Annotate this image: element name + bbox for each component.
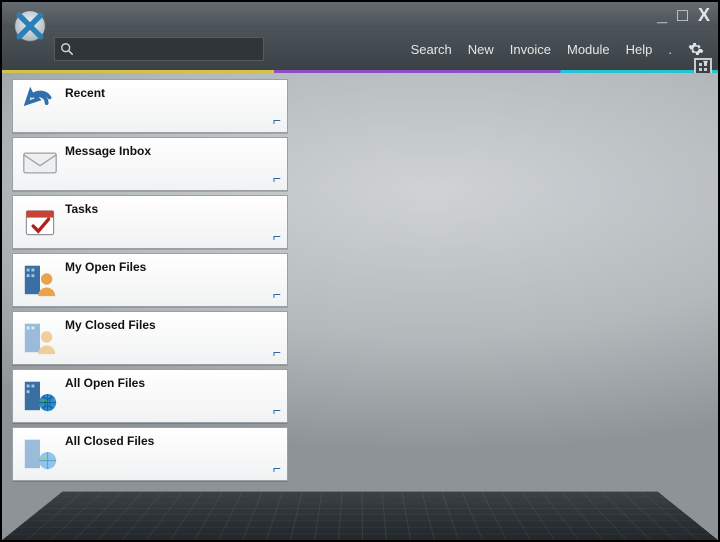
card-label: My Open Files bbox=[65, 260, 146, 274]
menu-new[interactable]: New bbox=[468, 42, 494, 57]
search-box[interactable] bbox=[54, 37, 264, 61]
expand-corner-icon[interactable]: ⌐ bbox=[273, 344, 281, 360]
building-user-faded-icon bbox=[19, 316, 61, 358]
expand-corner-icon[interactable]: ⌐ bbox=[273, 112, 281, 128]
building-user-icon bbox=[19, 258, 61, 300]
menu-separator: . bbox=[668, 42, 672, 57]
menu-invoice[interactable]: Invoice bbox=[510, 42, 551, 57]
expand-corner-icon[interactable]: ⌐ bbox=[273, 460, 281, 476]
menu-module[interactable]: Module bbox=[567, 42, 610, 57]
titlebar: _ □ X bbox=[2, 2, 718, 28]
card-all-open-files[interactable]: All Open Files ⌐ bbox=[12, 369, 288, 423]
card-my-closed-files[interactable]: My Closed Files ⌐ bbox=[12, 311, 288, 365]
envelope-icon bbox=[19, 142, 61, 184]
card-label: Tasks bbox=[65, 202, 98, 216]
undo-arrow-icon bbox=[19, 84, 61, 126]
card-label: All Open Files bbox=[65, 376, 145, 390]
toolbar: Search New Invoice Module Help . bbox=[2, 28, 718, 70]
card-my-open-files[interactable]: My Open Files ⌐ bbox=[12, 253, 288, 307]
panel-dropdown-caret-icon[interactable]: ▾ bbox=[703, 58, 708, 69]
expand-corner-icon[interactable]: ⌐ bbox=[273, 402, 281, 418]
card-message-inbox[interactable]: Message Inbox ⌐ bbox=[12, 137, 288, 191]
maximize-button[interactable]: □ bbox=[677, 6, 688, 24]
card-label: My Closed Files bbox=[65, 318, 156, 332]
search-input[interactable] bbox=[79, 42, 263, 56]
building-globe-faded-icon bbox=[19, 432, 61, 474]
content-area: Recent ⌐ Message Inbox ⌐ Tasks ⌐ bbox=[2, 73, 718, 540]
building-globe-icon bbox=[19, 374, 61, 416]
close-button[interactable]: X bbox=[698, 6, 710, 24]
minimize-button[interactable]: _ bbox=[657, 6, 667, 24]
menu-help[interactable]: Help bbox=[626, 42, 653, 57]
expand-corner-icon[interactable]: ⌐ bbox=[273, 286, 281, 302]
settings-gear-icon[interactable] bbox=[688, 41, 704, 57]
card-label: All Closed Files bbox=[65, 434, 154, 448]
app-window: _ □ X Search New Invoice Module Help . ▾ bbox=[0, 0, 720, 542]
card-tasks[interactable]: Tasks ⌐ bbox=[12, 195, 288, 249]
dashboard-list: Recent ⌐ Message Inbox ⌐ Tasks ⌐ bbox=[12, 79, 288, 481]
main-menu: Search New Invoice Module Help . bbox=[411, 41, 704, 57]
floor-grid bbox=[2, 492, 718, 540]
expand-corner-icon[interactable]: ⌐ bbox=[273, 170, 281, 186]
card-all-closed-files[interactable]: All Closed Files ⌐ bbox=[12, 427, 288, 481]
calendar-check-icon bbox=[19, 200, 61, 242]
card-recent[interactable]: Recent ⌐ bbox=[12, 79, 288, 133]
expand-corner-icon[interactable]: ⌐ bbox=[273, 228, 281, 244]
card-label: Recent bbox=[65, 86, 105, 100]
card-label: Message Inbox bbox=[65, 144, 151, 158]
search-icon bbox=[55, 42, 79, 56]
menu-search[interactable]: Search bbox=[411, 42, 452, 57]
app-logo-icon bbox=[12, 8, 48, 44]
